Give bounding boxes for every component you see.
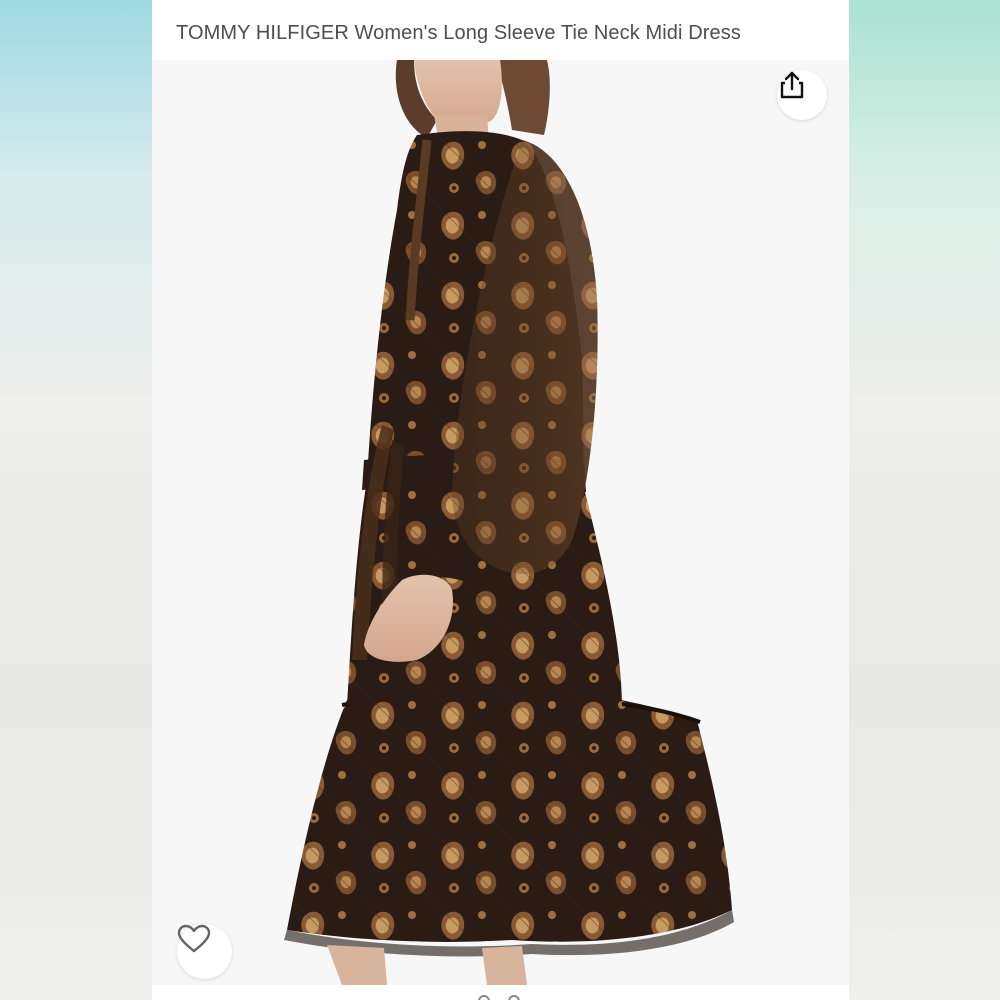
background-left [0, 0, 152, 1000]
carousel-dot-active[interactable] [478, 995, 490, 1000]
wishlist-button[interactable] [177, 924, 232, 979]
title-bar: TOMMY HILFIGER Women's Long Sleeve Tie N… [152, 0, 849, 60]
heart-icon [177, 924, 211, 953]
dress-photo [284, 60, 734, 985]
share-button[interactable] [777, 70, 827, 120]
carousel-indicator [152, 985, 849, 1000]
product-detail-card: TOMMY HILFIGER Women's Long Sleeve Tie N… [152, 0, 849, 1000]
carousel-dot[interactable] [508, 995, 520, 1000]
product-title[interactable]: TOMMY HILFIGER Women's Long Sleeve Tie N… [176, 22, 741, 45]
background-right [849, 0, 1000, 1000]
product-image[interactable] [152, 60, 849, 985]
share-icon [780, 71, 804, 99]
